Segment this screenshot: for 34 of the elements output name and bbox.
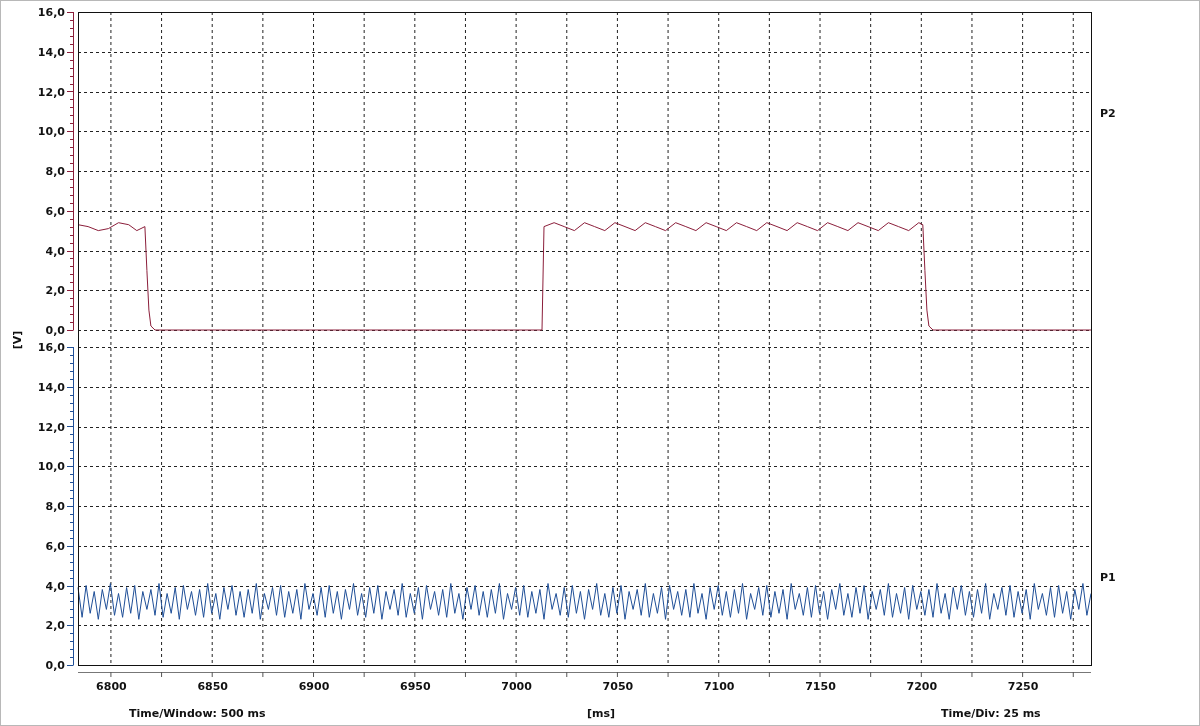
time-window-label: Time/Window: 500 ms	[129, 707, 266, 720]
tick-label: 6800	[96, 680, 127, 693]
tick-label: 12,0	[37, 85, 65, 99]
trace-label: P1	[1100, 570, 1116, 584]
trace-label: P2	[1100, 106, 1116, 120]
tick-label: 16,0	[37, 6, 65, 19]
tick-label: 6900	[298, 680, 330, 693]
tick-label: 4,0	[45, 579, 65, 593]
axis-title: [V]	[11, 330, 24, 350]
tick-label: 7250	[1007, 680, 1039, 693]
tick-label: 6850	[197, 680, 229, 693]
axis-title: [ms]	[586, 707, 616, 720]
tick-label: 4,0	[45, 244, 65, 258]
tick-label: 10,0	[37, 125, 65, 139]
tick-label: 7100	[703, 680, 735, 693]
tick-label: 14,0	[37, 45, 65, 59]
tick-label: 7150	[805, 680, 836, 693]
tick-label: 10,0	[37, 460, 65, 474]
tick-label: 14,0	[37, 380, 65, 394]
tick-label: 8,0	[45, 165, 65, 178]
tick-label: 6,0	[45, 204, 65, 218]
tick-label: 0,0	[45, 324, 65, 337]
tick-label: 7050	[602, 680, 634, 693]
tick-label: 6950	[400, 680, 431, 693]
tick-label: 7200	[906, 680, 938, 693]
tick-label: 6,0	[45, 539, 65, 553]
tick-label: 12,0	[37, 420, 65, 434]
tick-label: 16,0	[37, 341, 65, 354]
tick-label: 2,0	[45, 619, 65, 633]
tick-label: 7000	[501, 680, 532, 693]
tick-label: 8,0	[45, 500, 65, 513]
tick-label: 0,0	[45, 659, 65, 672]
time-div-label: Time/Div: 25 ms	[941, 707, 1041, 720]
tick-label: 2,0	[45, 284, 65, 298]
